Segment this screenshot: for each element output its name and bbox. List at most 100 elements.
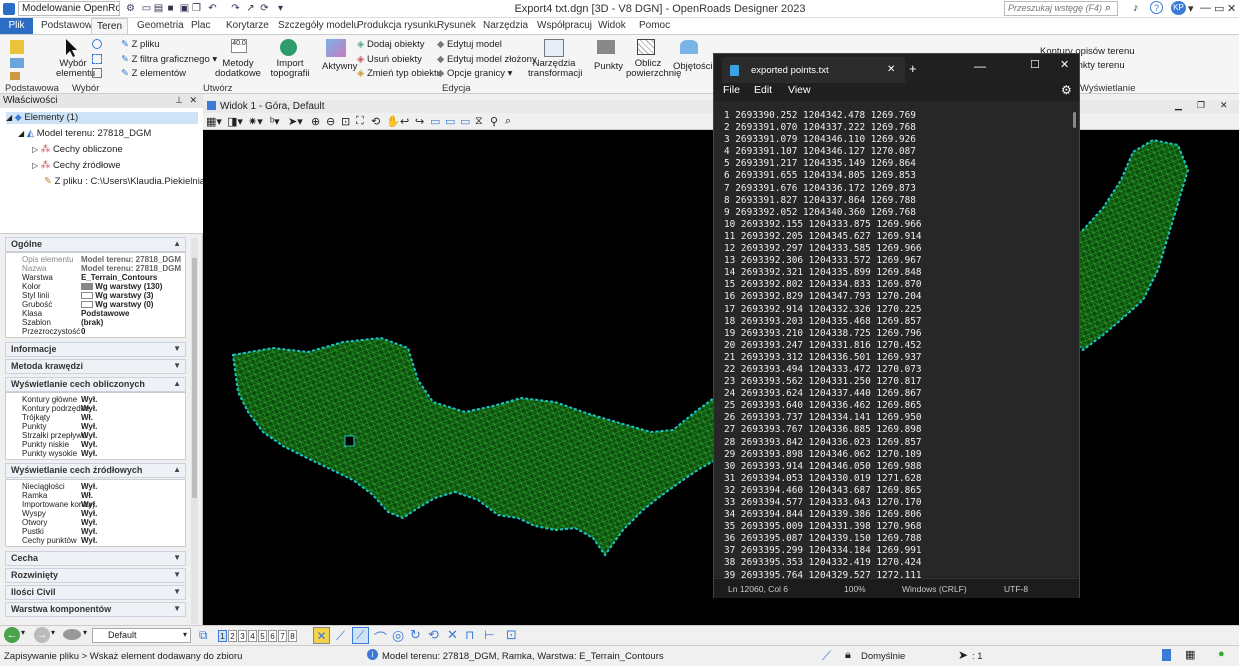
view-attributes-icon[interactable]: ▦▾ (206, 115, 222, 128)
edit-model-button[interactable]: ◆ Edytuj model (437, 39, 502, 50)
notepad-close-button[interactable]: ✕ (1060, 58, 1069, 71)
light-icon[interactable]: ✷▾ (248, 115, 263, 128)
chevron-down-icon[interactable]: ▾ (1188, 2, 1194, 15)
prop-row[interactable]: Wyspy Wył. (6, 509, 187, 518)
import-topography-button[interactable]: Import topografii (266, 59, 314, 79)
text-line[interactable]: 1 2693390.252 1204342.478 1269.769 (724, 110, 1064, 122)
text-line[interactable]: 13 2693392.306 1204333.572 1269.967 (724, 255, 1064, 267)
rotate-view-icon[interactable]: ⟲ (371, 115, 380, 128)
previous-view-icon[interactable]: ↩ (400, 115, 409, 128)
text-line[interactable]: 10 2693392.155 1204333.875 1269.966 (724, 219, 1064, 231)
section-extents-header[interactable]: Rozwinięty ▼ (5, 568, 186, 583)
help-icon[interactable]: ? (1150, 1, 1163, 14)
prop-row[interactable]: Kontury podrzędne Wył. (6, 404, 187, 413)
text-line[interactable]: 21 2693393.312 1204336.501 1269.937 (724, 352, 1064, 364)
editor-scrollbar[interactable] (1073, 112, 1076, 128)
bell-icon[interactable]: ♪ (1133, 2, 1139, 14)
zoom-in-icon[interactable]: ⊕ (311, 115, 320, 128)
pan-view-icon[interactable]: ✋ (386, 115, 400, 128)
tree-expand-icon[interactable]: ▷ (32, 145, 38, 154)
info-icon[interactable]: i (367, 649, 378, 660)
prop-row[interactable]: Nieciągłości Wył. (6, 482, 187, 491)
prop-row[interactable]: Styl linii Wg warstwy (3) (6, 291, 187, 300)
selection-arrow-icon[interactable]: ➤▾ (288, 115, 303, 128)
notepad-tab[interactable]: exported points.txt ✕ (722, 57, 905, 83)
text-line[interactable]: 17 2693392.914 1204332.326 1270.225 (724, 304, 1064, 316)
view-button-1[interactable]: 1 (218, 630, 227, 642)
next-view-icon[interactable]: ↪ (415, 115, 424, 128)
prop-row[interactable]: Grubość Wg warstwy (0) (6, 300, 187, 309)
section-source-display-header[interactable]: Wyświetlanie cech źródłowych ▲ (5, 463, 186, 478)
prop-row[interactable]: Kolor Wg warstwy (130) (6, 282, 187, 291)
offset-tool-icon[interactable]: ⊓ (465, 628, 474, 642)
gear-icon[interactable]: ⚙ (124, 2, 137, 15)
prop-row[interactable]: Klasa Podstawowe (6, 309, 187, 318)
text-line[interactable]: 8 2693391.827 1204337.864 1269.788 (724, 195, 1064, 207)
text-line[interactable]: 25 2693393.640 1204336.462 1269.865 (724, 400, 1064, 412)
tree-collapse-icon[interactable]: ◢ (18, 129, 24, 138)
minimize-button[interactable]: — (1200, 2, 1211, 14)
properties-scrollbar[interactable] (191, 238, 198, 624)
section-edge-method-header[interactable]: Metoda krawędzi ▼ (5, 359, 186, 374)
text-line[interactable]: 23 2693393.562 1204331.250 1270.817 (724, 376, 1064, 388)
fit-view-icon[interactable]: ⛶ (356, 115, 364, 128)
scrollbar-thumb[interactable] (192, 258, 197, 498)
zoom-out-icon[interactable]: ⊖ (326, 115, 335, 128)
prop-row[interactable]: Przezroczystość 0 (6, 327, 187, 336)
text-line[interactable]: 9 2693392.052 1204340.360 1269.768 (724, 207, 1064, 219)
view-button-4[interactable]: 4 (248, 630, 257, 642)
primary-tools-icon[interactable] (10, 72, 20, 80)
menu-edit[interactable]: Edit (754, 84, 772, 96)
chevron-down-icon[interactable]: ▾ (83, 628, 87, 637)
prop-row[interactable]: Trójkąty Wł. (6, 413, 187, 422)
text-line[interactable]: 19 2693393.210 1204338.725 1269.796 (724, 328, 1064, 340)
clip-mask-icon[interactable]: ⧖ (475, 115, 483, 128)
shape-select-icon[interactable] (92, 68, 102, 78)
active-button[interactable]: Aktywny (322, 61, 357, 72)
snap-toggle-icon[interactable]: ✕ (313, 627, 330, 644)
chevron-down-icon[interactable]: ▾ (21, 628, 25, 637)
text-line[interactable]: 33 2693394.577 1204333.043 1270.170 (724, 497, 1064, 509)
tree-expand-icon[interactable]: ▷ (32, 161, 38, 170)
trim-tool-icon[interactable]: ✕ (447, 627, 458, 643)
book-icon[interactable] (1162, 649, 1171, 661)
model-select[interactable]: Default ▾ (92, 628, 191, 643)
extra-methods-button[interactable]: Metody dodatkowe (213, 59, 263, 79)
tab-site[interactable]: Plac (191, 20, 210, 31)
customize-icon[interactable]: ▾ (274, 2, 287, 15)
notepad-maximize-button[interactable]: ☐ (1030, 58, 1040, 71)
edit-complex-model-button[interactable]: ◆ Edytuj model złożony (437, 54, 537, 65)
prop-row[interactable]: Otwory Wył. (6, 518, 187, 527)
text-line[interactable]: 27 2693393.767 1204336.885 1269.898 (724, 424, 1064, 436)
status-icon[interactable]: ▦ (1185, 648, 1195, 661)
tab-help[interactable]: Pomoc (639, 20, 670, 31)
view-button-7[interactable]: 7 (278, 630, 287, 642)
tab-basic[interactable]: Podstawowe (41, 20, 98, 31)
volumes-button[interactable]: Objętości (673, 61, 713, 72)
prop-row[interactable]: Punkty Wył. (6, 422, 187, 431)
redo-icon[interactable]: ↷ (229, 2, 242, 15)
prop-row[interactable]: Szablon (brak) (6, 318, 187, 327)
text-line[interactable]: 5 2693391.217 1204335.149 1269.864 (724, 158, 1064, 170)
prop-row[interactable]: Pustki Wył. (6, 527, 187, 536)
from-elements-button[interactable]: ✎ Z elementów (121, 68, 186, 79)
tab-drawing[interactable]: Rysunek (437, 20, 476, 31)
prop-row[interactable]: Ramka Wł. (6, 491, 187, 500)
text-line[interactable]: 31 2693394.053 1204330.019 1271.628 (724, 473, 1064, 485)
text-line[interactable]: 3 2693391.079 1204346.110 1269.926 (724, 134, 1064, 146)
text-line[interactable]: 12 2693392.297 1204333.585 1269.966 (724, 243, 1064, 255)
forward-icon[interactable]: → (34, 627, 50, 643)
close-button[interactable]: ✕ (1227, 2, 1236, 15)
views-icon[interactable]: ⧉ (199, 628, 208, 643)
line-tool-icon[interactable]: ⟋ (336, 628, 345, 644)
sync-icon[interactable]: ⟳ (258, 2, 271, 15)
text-line[interactable]: 30 2693393.914 1204346.050 1269.988 (724, 461, 1064, 473)
prop-row[interactable]: Warstwa E_Terrain_Contours (6, 273, 187, 282)
text-line[interactable]: 18 2693393.203 1204335.468 1269.857 (724, 316, 1064, 328)
chevron-down-icon[interactable]: ▾ (51, 628, 55, 637)
text-line[interactable]: 32 2693394.460 1204343.687 1269.865 (724, 485, 1064, 497)
new-tab-icon[interactable]: + (909, 61, 917, 76)
text-line[interactable]: 26 2693393.737 1204334.141 1269.950 (724, 412, 1064, 424)
tab-geometry[interactable]: Geometria (137, 20, 184, 31)
text-line[interactable]: 38 2693395.353 1204332.419 1270.424 (724, 557, 1064, 569)
